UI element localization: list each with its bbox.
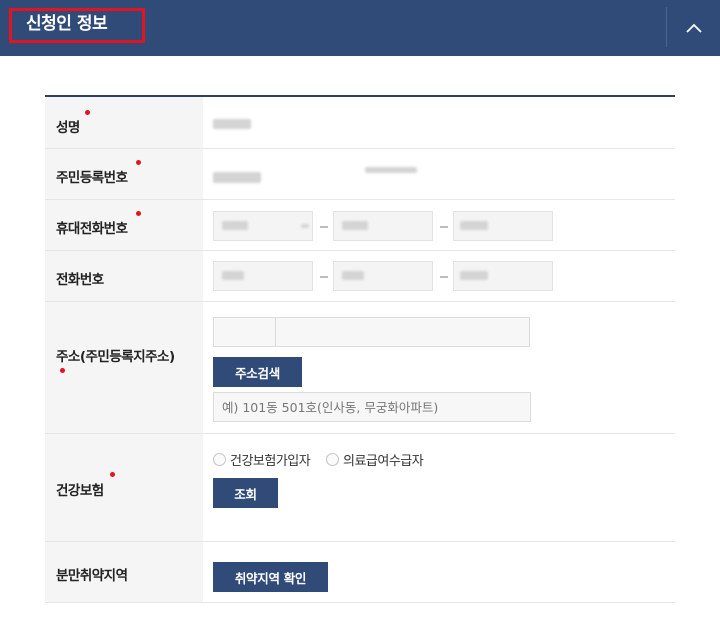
redacted-value <box>460 221 488 230</box>
mobile-field-3[interactable] <box>453 211 553 241</box>
required-dot <box>110 472 115 477</box>
redacted-resident-front <box>213 172 261 183</box>
vulnerable-area-check-button[interactable]: 취약지역 확인 <box>213 562 328 592</box>
redacted-value <box>222 271 244 280</box>
row-label-cell: 분만취약지역 <box>45 542 203 602</box>
radio-circle-icon[interactable] <box>213 453 226 466</box>
required-dot <box>136 160 141 165</box>
label-mobile: 휴대전화번호 <box>56 221 128 237</box>
row-address: 주소(주민등록지주소) 주소검색 <box>45 302 675 434</box>
collapse-button[interactable] <box>667 0 720 56</box>
dash-separator <box>320 276 328 278</box>
redacted-resident-back <box>365 167 417 173</box>
row-label-cell: 주소(주민등록지주소) <box>45 302 203 433</box>
row-label-cell: 주민등록번호 <box>45 149 203 199</box>
mobile-field-2[interactable] <box>333 211 433 241</box>
row-label-cell: 성명 <box>45 97 203 148</box>
phone-field-3[interactable] <box>453 261 553 291</box>
row-phone: 전화번호 <box>45 251 675 302</box>
label-phone: 전화번호 <box>56 272 104 288</box>
row-resident-number: 주민등록번호 <box>45 149 675 200</box>
radio-insured[interactable]: 건강보험가입자 <box>213 450 311 469</box>
section-title: 신청인 정보 <box>26 14 108 34</box>
row-label-cell: 전화번호 <box>45 251 203 301</box>
row-vulnerable-area: 분만취약지역 취약지역 확인 <box>45 542 675 603</box>
dash-separator <box>440 226 448 228</box>
row-name: 성명 <box>45 97 675 149</box>
row-mobile: 휴대전화번호 <box>45 200 675 251</box>
redacted-value <box>342 221 368 230</box>
phone-field-1[interactable] <box>213 261 313 291</box>
required-dot <box>60 368 65 373</box>
chevron-up-icon <box>685 23 702 33</box>
label-resident-number: 주민등록번호 <box>56 170 128 186</box>
redacted-value <box>342 271 364 280</box>
section-header: 신청인 정보 <box>0 0 720 56</box>
row-label-cell: 휴대전화번호 <box>45 200 203 250</box>
dash-separator <box>320 226 328 228</box>
radio-medical-aid[interactable]: 의료급여수급자 <box>326 450 424 469</box>
address-detail-input[interactable] <box>213 392 531 422</box>
dash-separator <box>440 276 448 278</box>
phone-field-2[interactable] <box>333 261 433 291</box>
required-dot <box>85 110 90 115</box>
radio-circle-icon[interactable] <box>326 453 339 466</box>
label-health-insurance: 건강보험 <box>56 483 104 499</box>
radio-label-insured: 건강보험가입자 <box>230 454 311 469</box>
radio-label-medical-aid: 의료급여수급자 <box>343 454 424 469</box>
address-field[interactable] <box>275 317 530 347</box>
label-name: 성명 <box>56 120 80 136</box>
redacted-value <box>460 271 488 280</box>
mobile-field-1[interactable] <box>213 211 313 241</box>
postcode-field[interactable] <box>213 317 276 347</box>
redacted-value <box>301 224 309 228</box>
required-dot <box>136 211 141 216</box>
redacted-name-value <box>213 119 251 129</box>
applicant-form-table: 성명 주민등록번호 휴대전화번호 전화번호 주소(주민등록지주소) 주소검색 예… <box>45 95 675 603</box>
insurance-lookup-button[interactable]: 조회 <box>213 478 278 508</box>
label-address: 주소(주민등록지주소) <box>56 349 175 365</box>
row-label-cell: 건강보험 <box>45 434 203 541</box>
row-health-insurance: 건강보험 건강보험가입자 의료급여수급자 조회 <box>45 434 675 542</box>
label-vulnerable-area: 분만취약지역 <box>56 568 128 584</box>
redacted-value <box>222 221 248 230</box>
address-search-button[interactable]: 주소검색 <box>213 357 302 387</box>
